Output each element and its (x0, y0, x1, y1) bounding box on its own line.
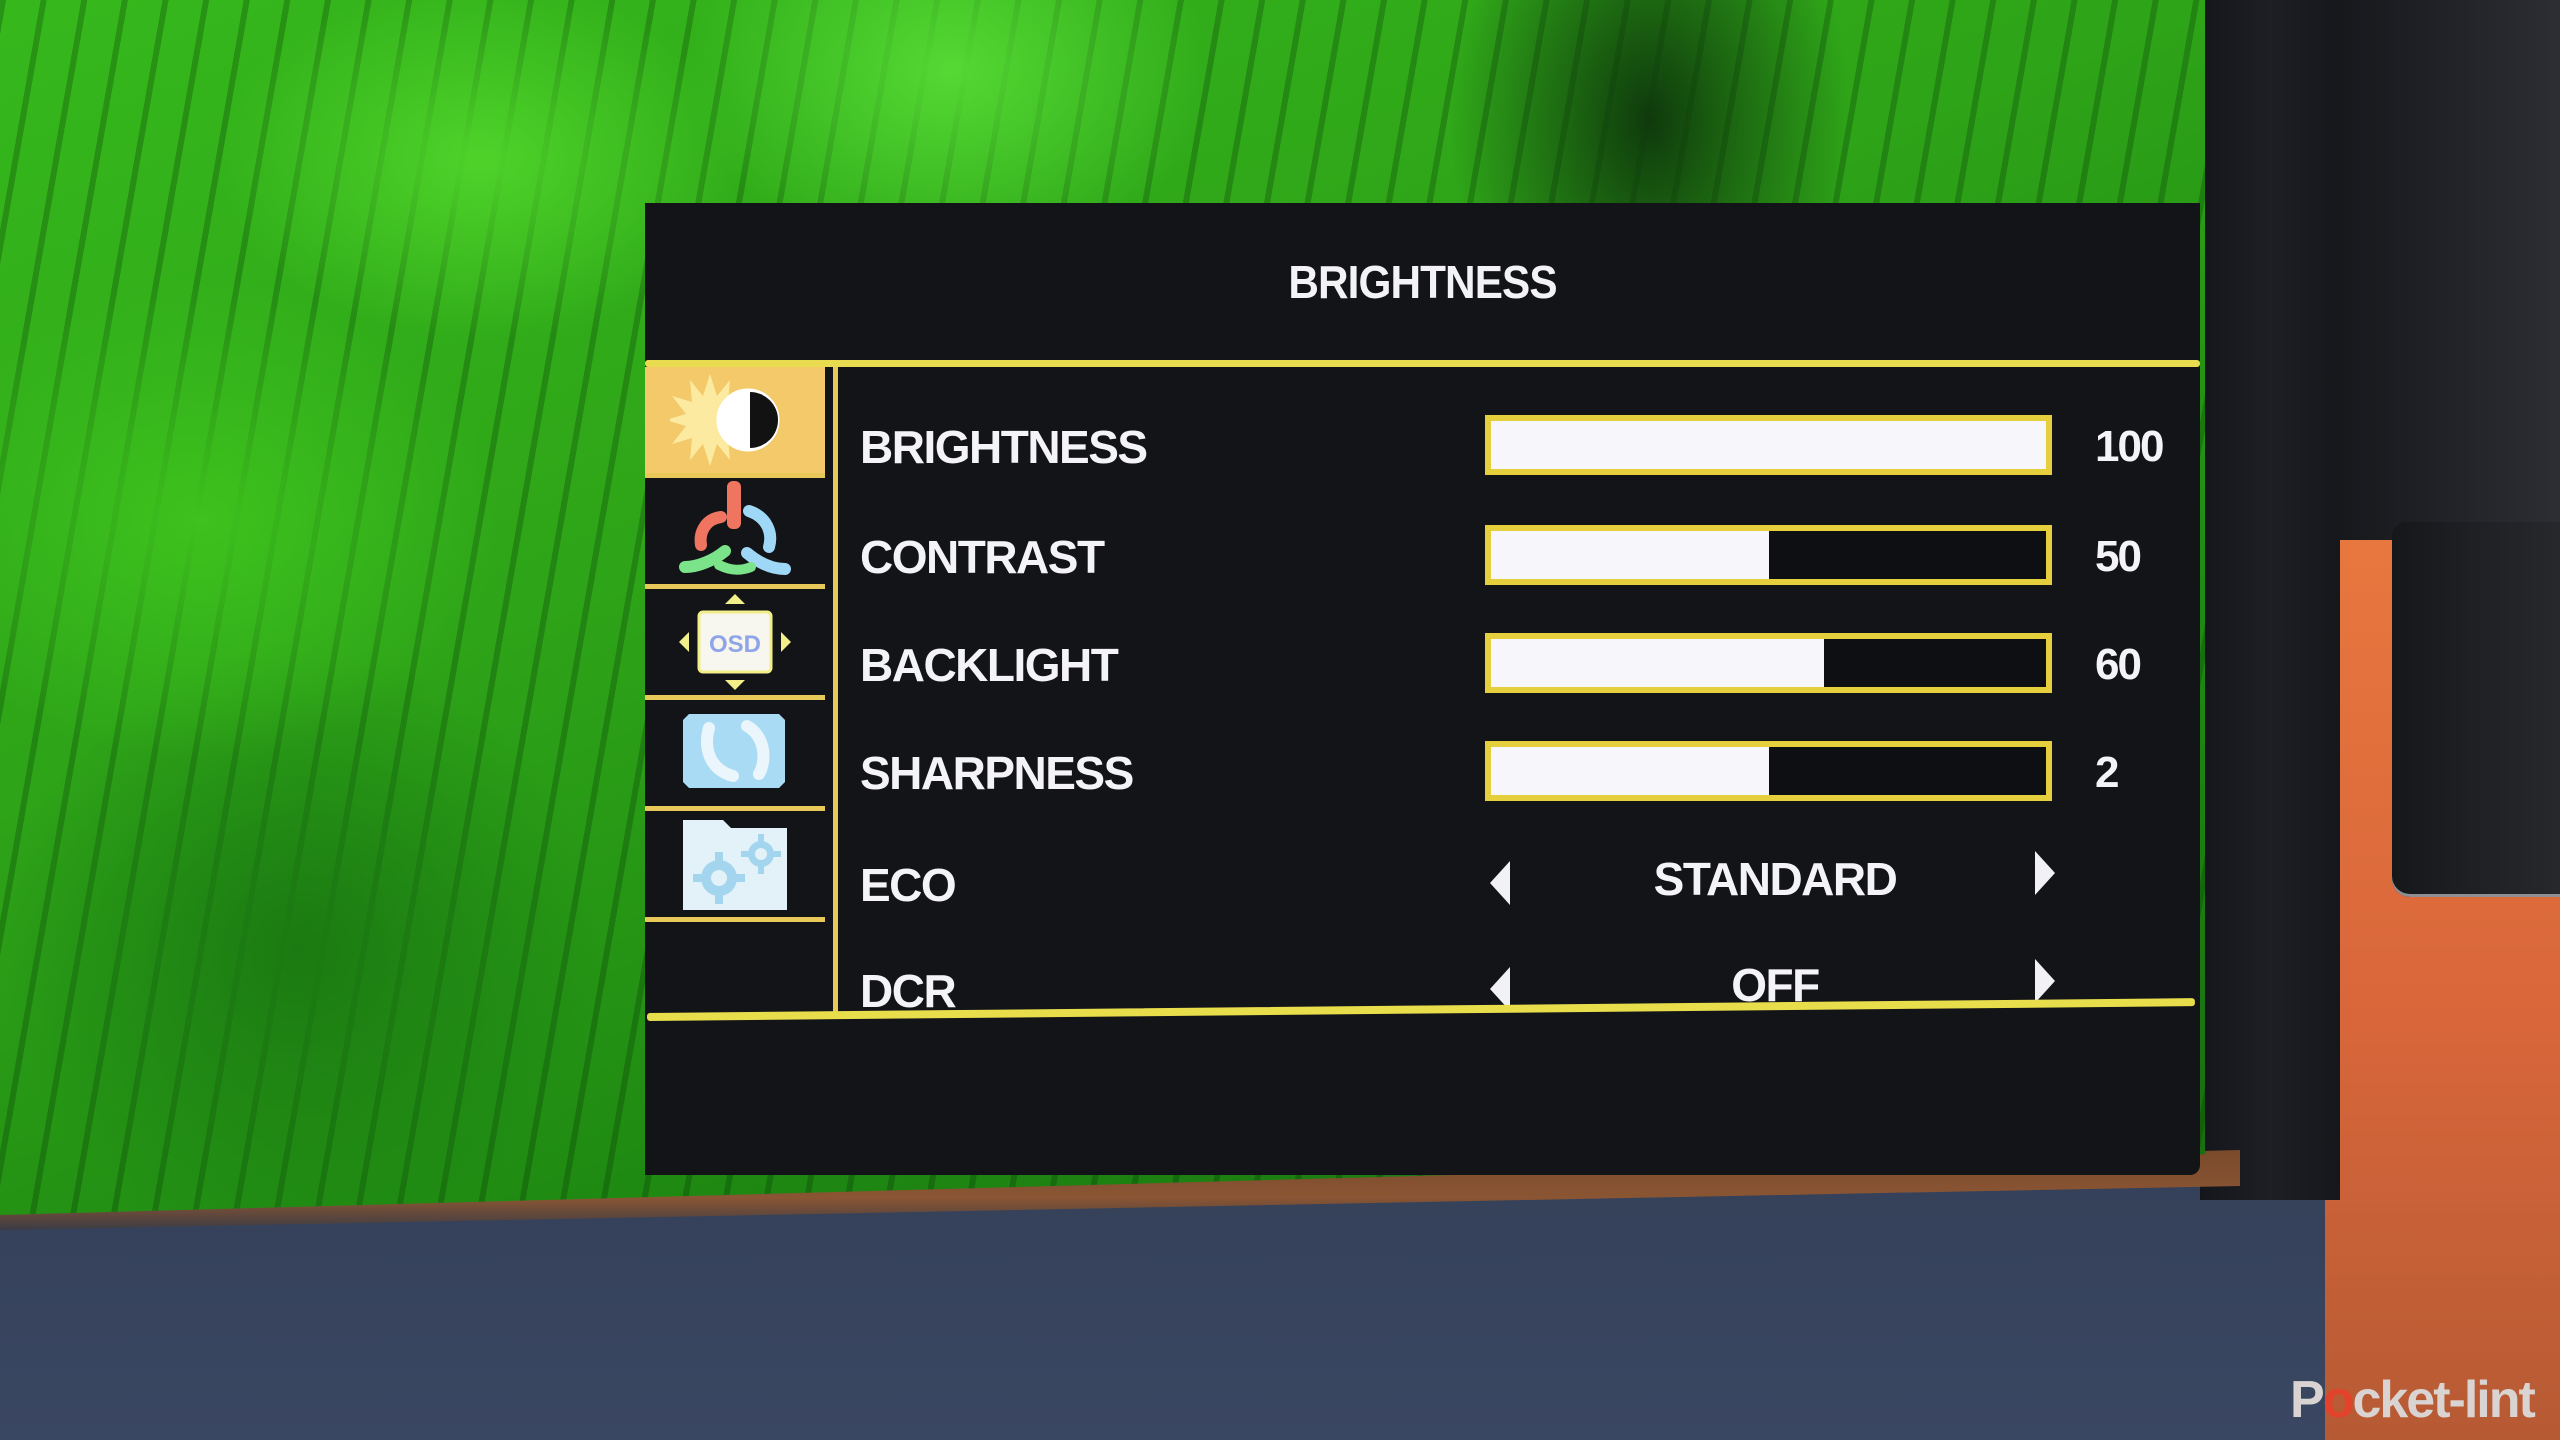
menu-row-brightness[interactable]: BRIGHTNESS 100 (860, 415, 2180, 477)
osd-menu: BRIGHTNESS OSD BRIGHTNESS 100 CONTRAST 5… (645, 203, 2200, 1175)
sidebar-item-osd[interactable]: OSD (645, 589, 825, 700)
monitor-bezel-right (2200, 0, 2340, 1200)
osd-sidebar: OSD (645, 367, 833, 1017)
svg-text:OSD: OSD (709, 631, 761, 658)
row-label: CONTRAST (860, 531, 1105, 583)
slider-fill (1491, 531, 1769, 579)
row-label: BRIGHTNESS (860, 421, 1148, 473)
row-value: 60 (2095, 640, 2142, 689)
arrow-right-icon[interactable] (2035, 959, 2055, 1003)
monitor-stand-hinge (2392, 522, 2560, 897)
osd-top-rule (645, 360, 2200, 367)
monitor-stand-arm (2340, 0, 2560, 540)
reset-arrows-icon (683, 714, 785, 788)
menu-row-sharpness[interactable]: SHARPNESS 2 (860, 741, 2180, 803)
power-icon: o (2322, 1371, 2355, 1429)
menu-row-eco[interactable]: ECO STANDARD (860, 851, 2180, 915)
backlight-slider[interactable] (1485, 633, 2052, 693)
arrow-left-icon[interactable] (1490, 861, 1510, 905)
row-label: SHARPNESS (860, 747, 1134, 799)
slider-fill (1491, 747, 1769, 795)
folder-gears-icon (683, 820, 787, 910)
sidebar-item-reset[interactable] (645, 700, 825, 811)
row-value: 2 (2095, 748, 2120, 797)
brightness-slider[interactable] (1485, 415, 2052, 475)
watermark-prefix: P (2290, 1371, 2325, 1429)
arrow-right-icon[interactable] (2035, 851, 2055, 895)
menu-row-backlight[interactable]: BACKLIGHT 60 (860, 633, 2180, 695)
rgb-color-icon (679, 481, 791, 575)
row-label: ECO (860, 859, 957, 911)
watermark-suffix: cket-lint (2352, 1371, 2535, 1429)
sidebar-divider (833, 367, 838, 1017)
sun-half-moon-icon (670, 374, 780, 466)
eco-option-value: STANDARD (1653, 853, 1898, 905)
row-value: 100 (2095, 422, 2164, 471)
row-value: 50 (2095, 532, 2142, 581)
sidebar-item-brightness[interactable] (645, 367, 825, 478)
osd-title: BRIGHTNESS (1288, 256, 1557, 308)
contrast-slider[interactable] (1485, 525, 2052, 585)
row-label: BACKLIGHT (860, 639, 1119, 691)
slider-fill (1491, 421, 2046, 469)
sidebar-item-setup[interactable] (645, 811, 825, 922)
pocket-lint-watermark: Pocket-lint (2290, 1370, 2536, 1430)
sidebar-item-color[interactable] (645, 478, 825, 589)
menu-row-contrast[interactable]: CONTRAST 50 (860, 525, 2180, 587)
sharpness-slider[interactable] (1485, 741, 2052, 801)
slider-fill (1491, 639, 1824, 687)
osd-position-icon: OSD (679, 594, 791, 690)
